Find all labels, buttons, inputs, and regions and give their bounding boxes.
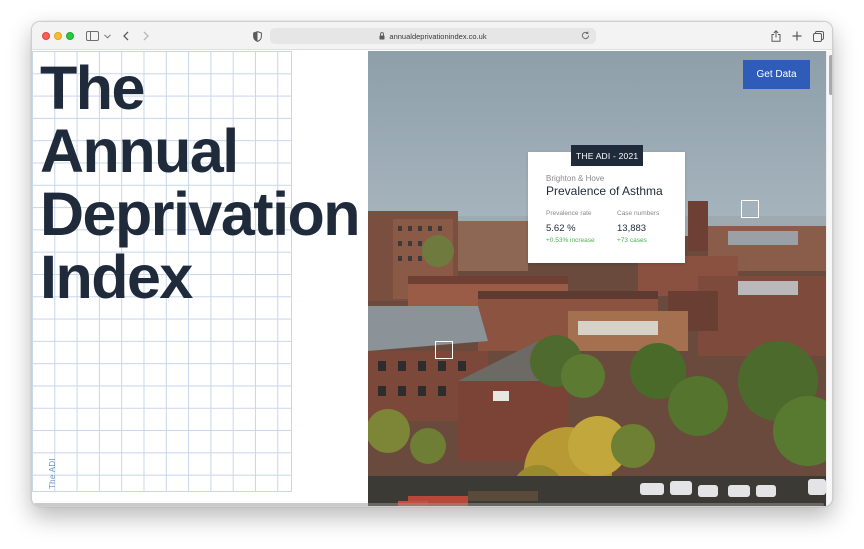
forward-arrow-icon[interactable] (140, 28, 152, 44)
hero-photo: Get Data THE ADI - 2021 Brighton & Hove … (368, 51, 826, 506)
close-window-button[interactable] (42, 32, 50, 40)
browser-window: annualdeprivationindex.co.uk The Annual … (31, 21, 833, 507)
minimize-window-button[interactable] (54, 32, 62, 40)
horizontal-scrollbar[interactable] (32, 501, 826, 506)
card-badge: THE ADI - 2021 (571, 145, 644, 166)
tabs-icon[interactable] (811, 28, 825, 44)
stat-value: 13,883 (617, 223, 647, 234)
browser-toolbar: annualdeprivationindex.co.uk (32, 22, 832, 50)
stat-value: 5.62 % (546, 223, 576, 234)
stat-change: +73 cases (617, 237, 647, 244)
address-bar[interactable]: annualdeprivationindex.co.uk (270, 28, 596, 44)
reload-icon[interactable] (581, 31, 590, 40)
zoom-window-button[interactable] (66, 32, 74, 40)
card-region: Brighton & Hove (546, 174, 605, 183)
stat-case-numbers: Case numbers 13,883 +73 cases (617, 210, 659, 244)
get-data-button[interactable]: Get Data (743, 60, 810, 89)
region-marker[interactable] (741, 200, 759, 218)
stat-prevalence-rate: Prevalence rate 5.62 % +0.53% increase (546, 210, 595, 244)
vertical-brand-label: The ADI (48, 457, 57, 489)
chevron-down-icon[interactable] (102, 28, 112, 44)
hero-title-line: Index (40, 243, 193, 311)
hero-title-line: The (40, 54, 145, 122)
hero-title-line: Annual (40, 117, 239, 185)
plus-icon[interactable] (790, 28, 804, 44)
vertical-scrollbar[interactable] (826, 51, 832, 506)
share-icon[interactable] (769, 28, 783, 44)
sidebar-icon[interactable] (84, 28, 100, 44)
url-text: annualdeprivationindex.co.uk (389, 31, 487, 41)
back-arrow-icon[interactable] (120, 28, 132, 44)
stat-change: +0.53% increase (546, 237, 595, 244)
hero-title: The Annual Deprivation Index (40, 54, 361, 311)
lock-icon (379, 32, 385, 40)
hero-panel: The Annual Deprivation Index The ADI (32, 51, 368, 506)
stat-label: Prevalence rate (546, 210, 592, 217)
scrollbar-thumb[interactable] (828, 55, 832, 95)
shield-icon[interactable] (250, 28, 264, 44)
hero-title-line: Deprivation (40, 180, 361, 248)
city-photo-illustration (368, 51, 826, 506)
horizontal-scrollbar-thumb[interactable] (34, 503, 824, 506)
stat-label: Case numbers (617, 210, 660, 217)
card-title: Prevalence of Asthma (546, 184, 663, 198)
region-marker[interactable] (435, 341, 453, 359)
page-content: The Annual Deprivation Index The ADI Get… (32, 51, 832, 506)
stat-card[interactable]: THE ADI - 2021 Brighton & Hove Prevalenc… (528, 145, 685, 263)
